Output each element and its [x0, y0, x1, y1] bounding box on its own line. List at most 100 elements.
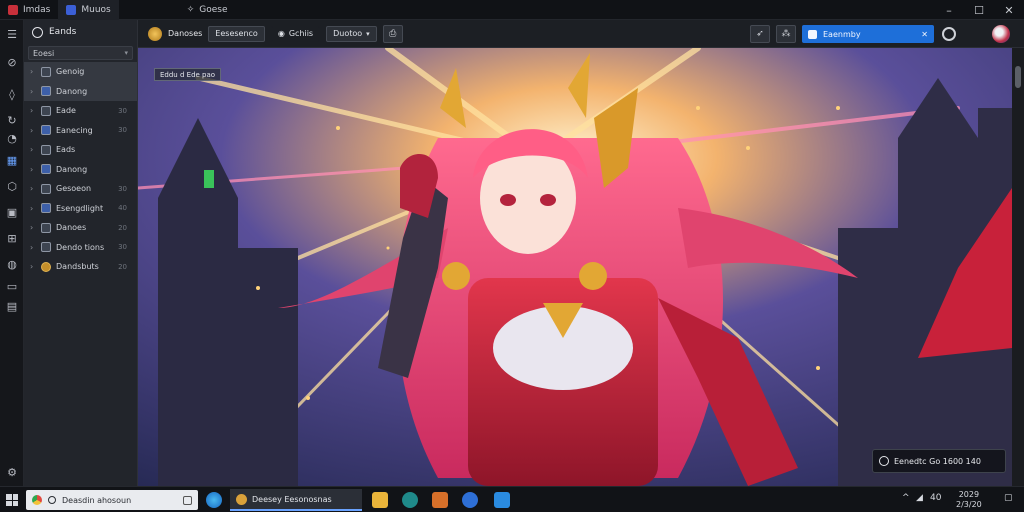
- toolbar-button-label: Eesesenco: [215, 29, 258, 38]
- drop-icon[interactable]: ◊: [4, 86, 20, 102]
- search-icon: [808, 29, 817, 39]
- box-icon[interactable]: ⬡: [4, 178, 20, 194]
- sidebar-item[interactable]: › Eads: [24, 140, 137, 160]
- network-icon[interactable]: ⁂: [776, 25, 796, 43]
- dropdown-icon: ▾: [124, 49, 128, 57]
- viewer-scrollbar[interactable]: [1012, 48, 1024, 486]
- clock[interactable]: 2029 2/3/20: [956, 490, 982, 510]
- folder-icon: [41, 105, 51, 116]
- settings-gear-icon[interactable]: ⚙: [4, 464, 20, 480]
- file-explorer-icon[interactable]: [372, 492, 388, 508]
- taskbar-search-input[interactable]: Deasdin ahosoun: [26, 490, 198, 510]
- gallery-icon[interactable]: ▦: [4, 152, 20, 168]
- browser-icon: [32, 495, 42, 505]
- window-icon: [66, 4, 77, 15]
- toolbar-button-label: Gchiis: [288, 29, 314, 38]
- chevron-right-icon: ›: [30, 67, 34, 77]
- sidebar-item[interactable]: › Danong: [24, 81, 137, 101]
- sidebar-item[interactable]: › Danong: [24, 160, 137, 180]
- chevron-down-icon: ▾: [366, 29, 370, 38]
- image-icon[interactable]: ▤: [4, 298, 20, 314]
- toolbar-dropdown-duotoo[interactable]: Duotoo ▾: [326, 25, 377, 42]
- sidebar-item[interactable]: › Genoig: [24, 62, 137, 82]
- sidebar-header: Eands: [24, 20, 137, 44]
- toolbar-button-label: Duotoo: [333, 29, 363, 38]
- sidebar-item-label: Eanecing: [56, 125, 93, 135]
- clock-time: 2029: [958, 490, 980, 499]
- coin-icon: [41, 261, 51, 272]
- folder-icon: [41, 125, 51, 136]
- sidebar-item[interactable]: › Dendo tions 30: [24, 238, 137, 258]
- close-button[interactable]: ✕: [994, 0, 1024, 20]
- window-tab-goese[interactable]: ✧ Goese: [179, 0, 236, 20]
- sidebar-filter-label: Eoesi: [33, 48, 55, 58]
- sidebar-item-label: Eads: [56, 145, 76, 155]
- sidebar-item-label: Dandsbuts: [56, 262, 99, 272]
- compass-icon[interactable]: ⊘: [4, 54, 20, 70]
- refresh-icon[interactable]: ↻: [4, 112, 20, 128]
- image-status-text: Eenedtc Go 1600 140: [894, 456, 981, 466]
- folder-icon: [41, 164, 51, 175]
- sidebar-item[interactable]: › Gesoeon 30: [24, 179, 137, 199]
- taskbar-active-app[interactable]: Deesey Eesonosnas: [230, 489, 362, 511]
- taskbar-app-label: Deesey Eesonosnas: [252, 494, 332, 504]
- edge-browser-icon[interactable]: [206, 492, 222, 508]
- clock-date: 2/3/20: [956, 500, 982, 509]
- chevron-right-icon: ›: [30, 106, 34, 116]
- toolbar-button-gchiis[interactable]: ◉ Gchiis: [270, 25, 321, 42]
- sidebar-item[interactable]: › Eanecing 30: [24, 121, 137, 141]
- sidebar-item[interactable]: › Eade 30: [24, 101, 137, 121]
- sidebar-item-label: Danoes: [56, 223, 87, 233]
- coin-app-icon: [236, 493, 247, 505]
- sidebar-item-label: Danong: [56, 86, 88, 96]
- print-icon[interactable]: ⎙: [382, 24, 403, 43]
- chevron-right-icon: ›: [30, 86, 34, 96]
- folder-icon: [41, 203, 51, 214]
- orange-app-icon[interactable]: [432, 492, 448, 508]
- frame-icon[interactable]: ▣: [4, 204, 20, 220]
- windows-start-icon[interactable]: [6, 494, 18, 506]
- teal-app-icon[interactable]: [402, 492, 418, 508]
- window-tab-imdas[interactable]: Imdas: [0, 0, 58, 20]
- sidebar-filter[interactable]: Eoesi ▾: [28, 46, 133, 60]
- chevron-up-icon[interactable]: ^: [902, 493, 910, 503]
- user-avatar[interactable]: [992, 25, 1010, 43]
- eye-right: [540, 194, 556, 206]
- maximize-button[interactable]: ☐: [964, 0, 994, 20]
- image-viewer[interactable]: Eddu d Ede pao Eenedtc Go 1600 140: [138, 48, 1012, 486]
- folder-icon: [41, 144, 51, 155]
- history-icon[interactable]: ◔: [4, 130, 20, 146]
- aperture-icon: [879, 456, 889, 466]
- chevron-right-icon: ›: [30, 223, 34, 233]
- clear-search-icon[interactable]: ✕: [921, 30, 928, 39]
- globe-icon[interactable]: ◍: [4, 256, 20, 272]
- tray-lang[interactable]: 40: [930, 493, 941, 503]
- chevron-right-icon: ›: [30, 262, 34, 272]
- sync-icon[interactable]: [942, 27, 956, 41]
- minimize-button[interactable]: –: [934, 0, 964, 20]
- toolbar-button-eesesenco[interactable]: Eesesenco: [208, 25, 265, 42]
- sidebar-item-count: 30: [118, 106, 127, 115]
- notification-icon[interactable]: ▢: [1004, 493, 1013, 503]
- sidebar-item[interactable]: › Dandsbuts 20: [24, 257, 137, 277]
- scrollbar-thumb[interactable]: [1015, 66, 1021, 88]
- search-input[interactable]: Eaenmby ✕: [802, 25, 934, 43]
- window-tab-muuos[interactable]: Muuos: [58, 0, 119, 20]
- search-value: Eaenmby: [823, 29, 861, 39]
- share-icon[interactable]: ➶: [750, 25, 770, 43]
- eye-icon: ◉: [277, 29, 285, 38]
- crop-icon[interactable]: ⊞: [4, 230, 20, 246]
- menu-icon[interactable]: ☰: [4, 26, 20, 42]
- blue-app-icon[interactable]: [462, 492, 478, 508]
- sidebar-item-count: 20: [118, 262, 127, 271]
- app-logo-icon: [8, 4, 18, 15]
- sidebar-item[interactable]: › Danoes 20: [24, 218, 137, 238]
- chevron-right-icon: ›: [30, 125, 34, 135]
- sidebar-item[interactable]: › Esengdlight 40: [24, 199, 137, 219]
- film-icon[interactable]: ▭: [4, 278, 20, 294]
- store-app-icon[interactable]: [494, 492, 510, 508]
- coin-logo-icon: [148, 26, 162, 41]
- chevron-right-icon: ›: [30, 164, 34, 174]
- network-tray-icon[interactable]: ◢: [916, 493, 923, 503]
- sidebar-item-label: Esengdlight: [56, 203, 104, 213]
